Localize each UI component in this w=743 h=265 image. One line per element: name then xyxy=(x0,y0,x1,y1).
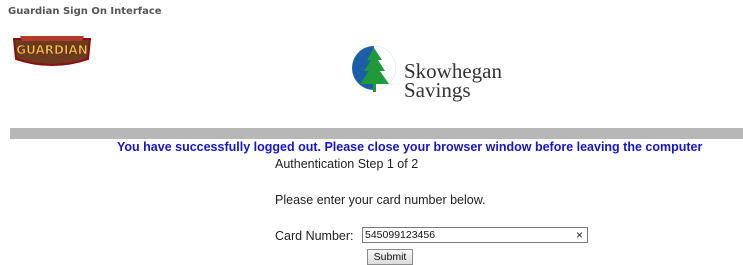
bank-name-line2: Savings xyxy=(404,80,471,101)
auth-step-label: Authentication Step 1 of 2 xyxy=(275,157,418,171)
card-number-input[interactable] xyxy=(365,228,565,242)
card-number-field-wrapper: × xyxy=(362,227,588,243)
card-prompt: Please enter your card number below. xyxy=(275,193,486,207)
card-number-label: Card Number: xyxy=(275,229,354,243)
page-title: Guardian Sign On Interface xyxy=(8,6,162,17)
guardian-logo: GUARDIAN xyxy=(10,33,94,69)
submit-button[interactable]: Submit xyxy=(367,249,413,265)
logout-message: You have successfully logged out. Please… xyxy=(117,140,702,154)
divider-bar xyxy=(10,128,743,139)
clear-icon[interactable]: × xyxy=(576,227,583,243)
guardian-logo-text: GUARDIAN xyxy=(16,43,88,57)
